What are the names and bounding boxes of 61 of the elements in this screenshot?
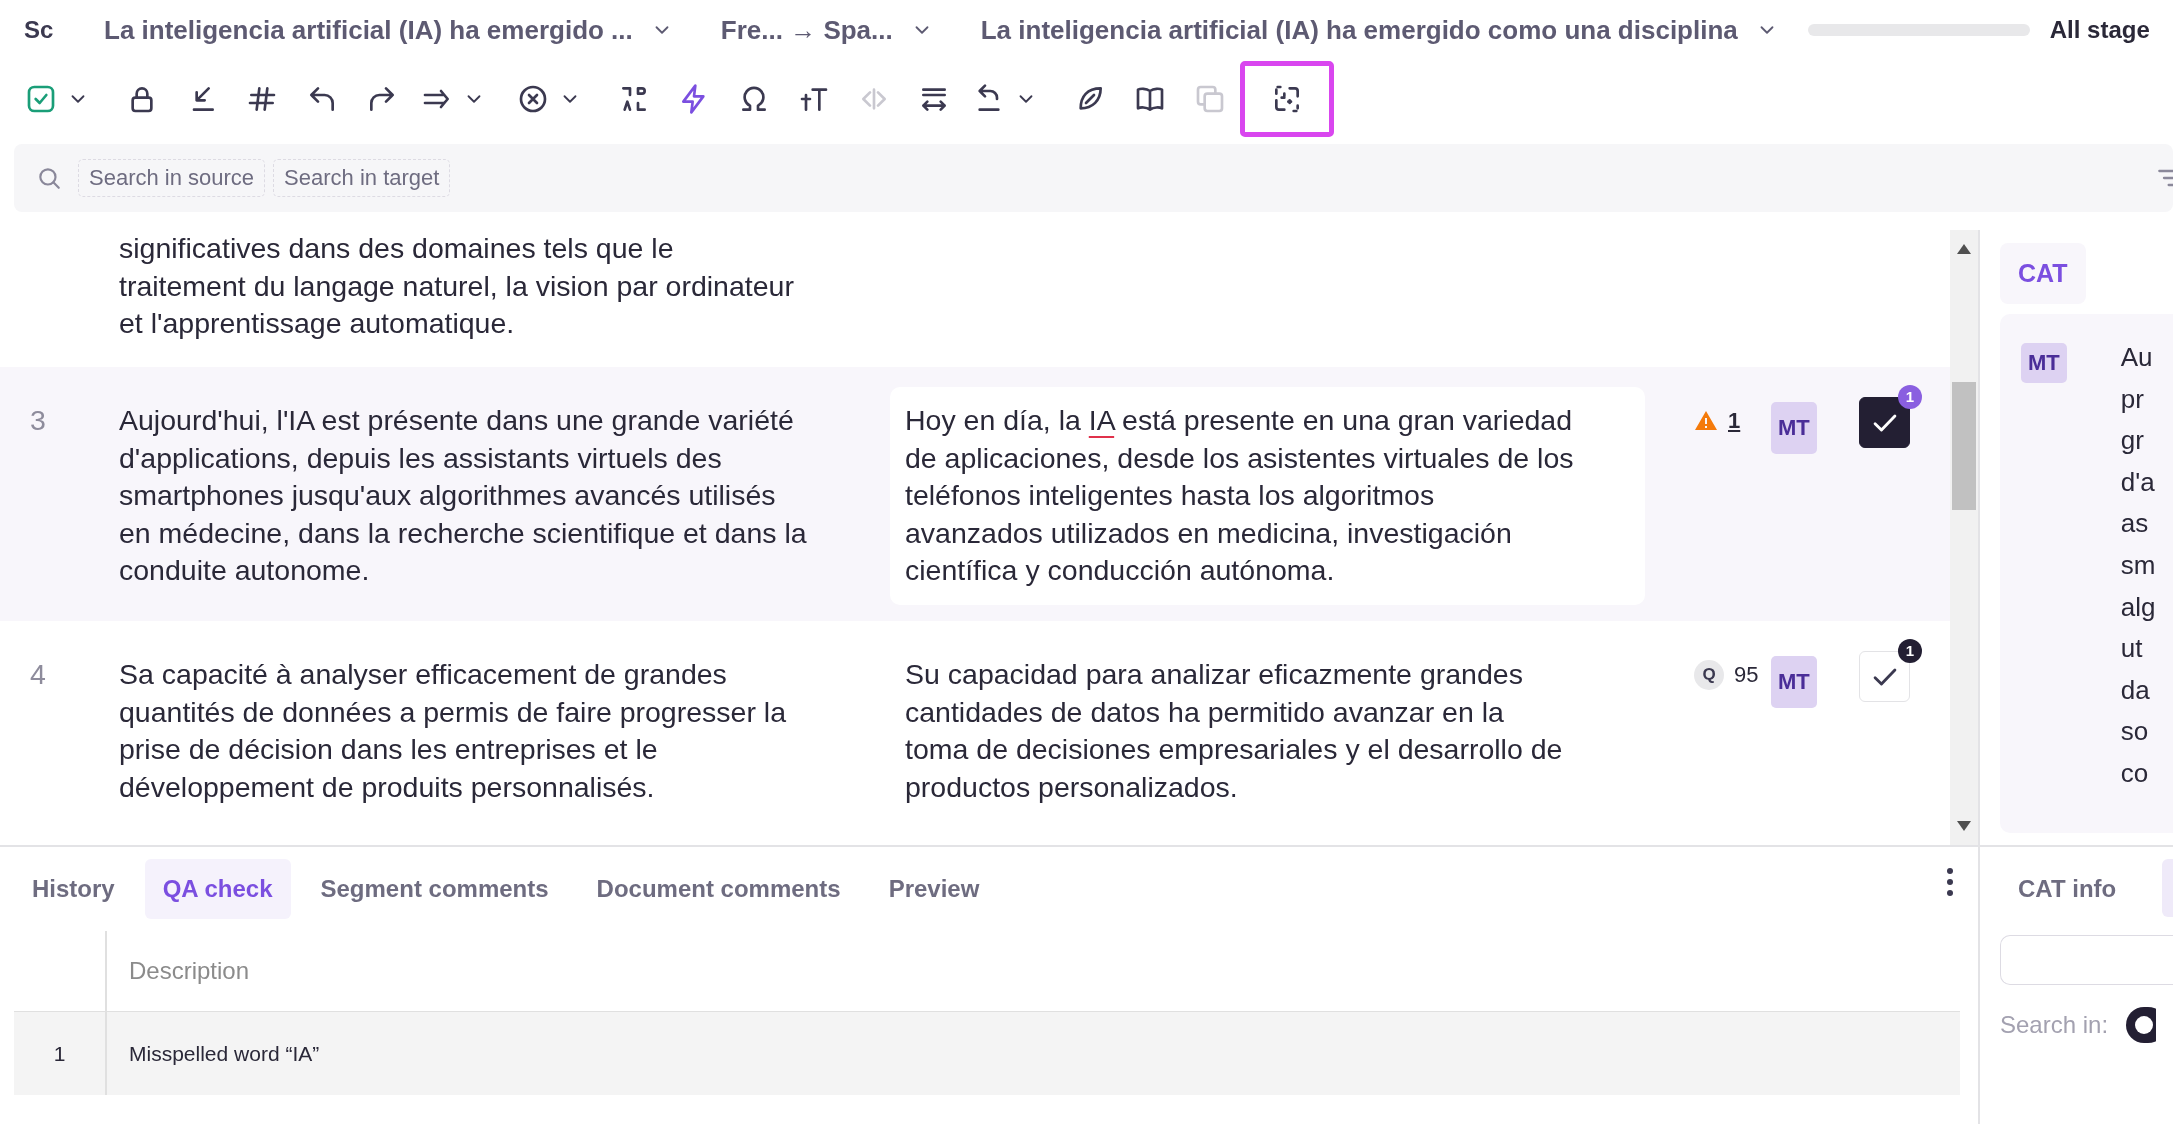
panel-tab[interactable]: QA check xyxy=(144,859,291,919)
more-options-icon[interactable] xyxy=(1946,867,1954,897)
panel-tab[interactable]: History xyxy=(14,859,133,919)
language-pair-dropdown[interactable]: Fre... → Spa... xyxy=(720,14,893,46)
match-card[interactable]: MT Au pr gr d'a as sm alg ut da so co xyxy=(2000,314,2173,833)
segment-dropdown[interactable]: La inteligencia artificial (IA) ha emergido como una disciplina xyxy=(980,14,1738,46)
match-text-fragment: alg xyxy=(2120,590,2156,624)
segment-number: 3 xyxy=(30,404,46,436)
row-number: 1 xyxy=(53,1041,66,1066)
toolbar-button[interactable] xyxy=(1240,61,1334,137)
panel-tab[interactable]: Document comments xyxy=(578,859,859,919)
issue-description: Misspelled word “IA” xyxy=(128,1041,321,1066)
copy-icon xyxy=(1194,83,1226,115)
clear-icon xyxy=(517,83,549,115)
comment-count-badge: 1 xyxy=(1898,639,1922,663)
search-field[interactable] xyxy=(2000,935,2173,985)
panel-tab[interactable]: CAT info xyxy=(2000,859,2135,917)
column-header: Description xyxy=(128,957,251,985)
confirm-icon xyxy=(25,83,57,115)
source-text: Sa capacité à analyser efficacement de grandes quantités de données a permis de faire progresser la prise de décision dans les entreprises et le développement de produits personnalisés. xyxy=(119,657,787,805)
warning-icon xyxy=(1694,409,1718,433)
match-text-fragment: gr xyxy=(2120,424,2145,458)
toggle-icon[interactable] xyxy=(2126,1007,2157,1043)
panel-tab[interactable]: Preview xyxy=(870,859,998,919)
match-text-fragment: ut xyxy=(2120,632,2144,666)
scrollbar[interactable] xyxy=(1950,230,1978,845)
match-text-fragment: Au xyxy=(2120,341,2154,374)
warning-count[interactable]: 1 xyxy=(1728,402,1741,440)
qa-issue-row[interactable]: 1 Misspelled word “IA” xyxy=(14,1012,1960,1095)
match-text-fragment: sm xyxy=(2120,548,2156,582)
target-text[interactable]: Su capacidad para analizar eficazmente grandes cantidades de datos ha permitido avanzar en la toma de decisiones empresariales y el desarrollo de productos personalizados. xyxy=(890,641,1645,821)
match-text-fragment: da xyxy=(2120,673,2151,707)
match-text-fragment: pr xyxy=(2120,382,2145,416)
search-icon xyxy=(36,165,62,191)
stage-filter[interactable]: All stage xyxy=(2049,16,2150,44)
match-text-fragment: so xyxy=(2120,715,2150,749)
scroll-up-icon[interactable] xyxy=(1957,244,1971,254)
match-text-fragment: as xyxy=(2120,507,2150,541)
source-text: significatives dans des domaines tels que le traitement du langage naturel, la vision par ordinateur et l'apprentissage automatique. xyxy=(119,231,795,341)
target-search-field[interactable]: Search in target xyxy=(273,159,451,197)
source-search-field[interactable]: Search in source xyxy=(78,159,266,197)
cat-tab[interactable]: CAT xyxy=(2000,243,2086,304)
match-text-fragment: co xyxy=(2120,756,2150,790)
match-icon: Q xyxy=(1694,660,1724,690)
match-text-fragment: d'a xyxy=(2120,465,2156,499)
origin-tag: MT xyxy=(1771,656,1817,708)
segment-row[interactable]: significatives dans des domaines tels que le traitement du langage naturel, la vision par ordinateur et l'apprentissage automatique. xyxy=(0,230,1950,367)
target-text[interactable]: Hoy en día, la IA está presente en una gran variedad de aplicaciones, desde los asistentes virtuales de los teléfonos inteligentes hasta los algoritmos avanzados utilizados en medicina, investigación científica y conducción autónoma. xyxy=(890,387,1645,605)
scroll-down-icon[interactable] xyxy=(1957,821,1971,831)
segment-row[interactable] xyxy=(0,367,1950,621)
source-text: Aujourd'hui, l'IA est présente dans une grande variété d'applications, depuis les assistants virtuels des smartphones jusqu'aux algorithmes avancés utilisés en médecine, dans la recherche scientifique et dans la conduite autonome. xyxy=(119,403,808,588)
document-dropdown[interactable]: La inteligencia artificial (IA) ha emergido ... xyxy=(104,14,633,46)
origin-tag: MT xyxy=(1771,402,1817,454)
comment-count-badge: 1 xyxy=(1898,385,1922,409)
segment-number: 4 xyxy=(30,658,46,690)
origin-tag: MT xyxy=(2021,343,2067,383)
scroll-thumb[interactable] xyxy=(1952,382,1976,510)
search-in-label: Search in: xyxy=(2000,1011,2109,1039)
panel-tab[interactable]: Segment comments xyxy=(302,859,567,919)
match-score: 95 xyxy=(1734,661,1759,690)
app-logo[interactable]: Sc xyxy=(24,16,84,44)
